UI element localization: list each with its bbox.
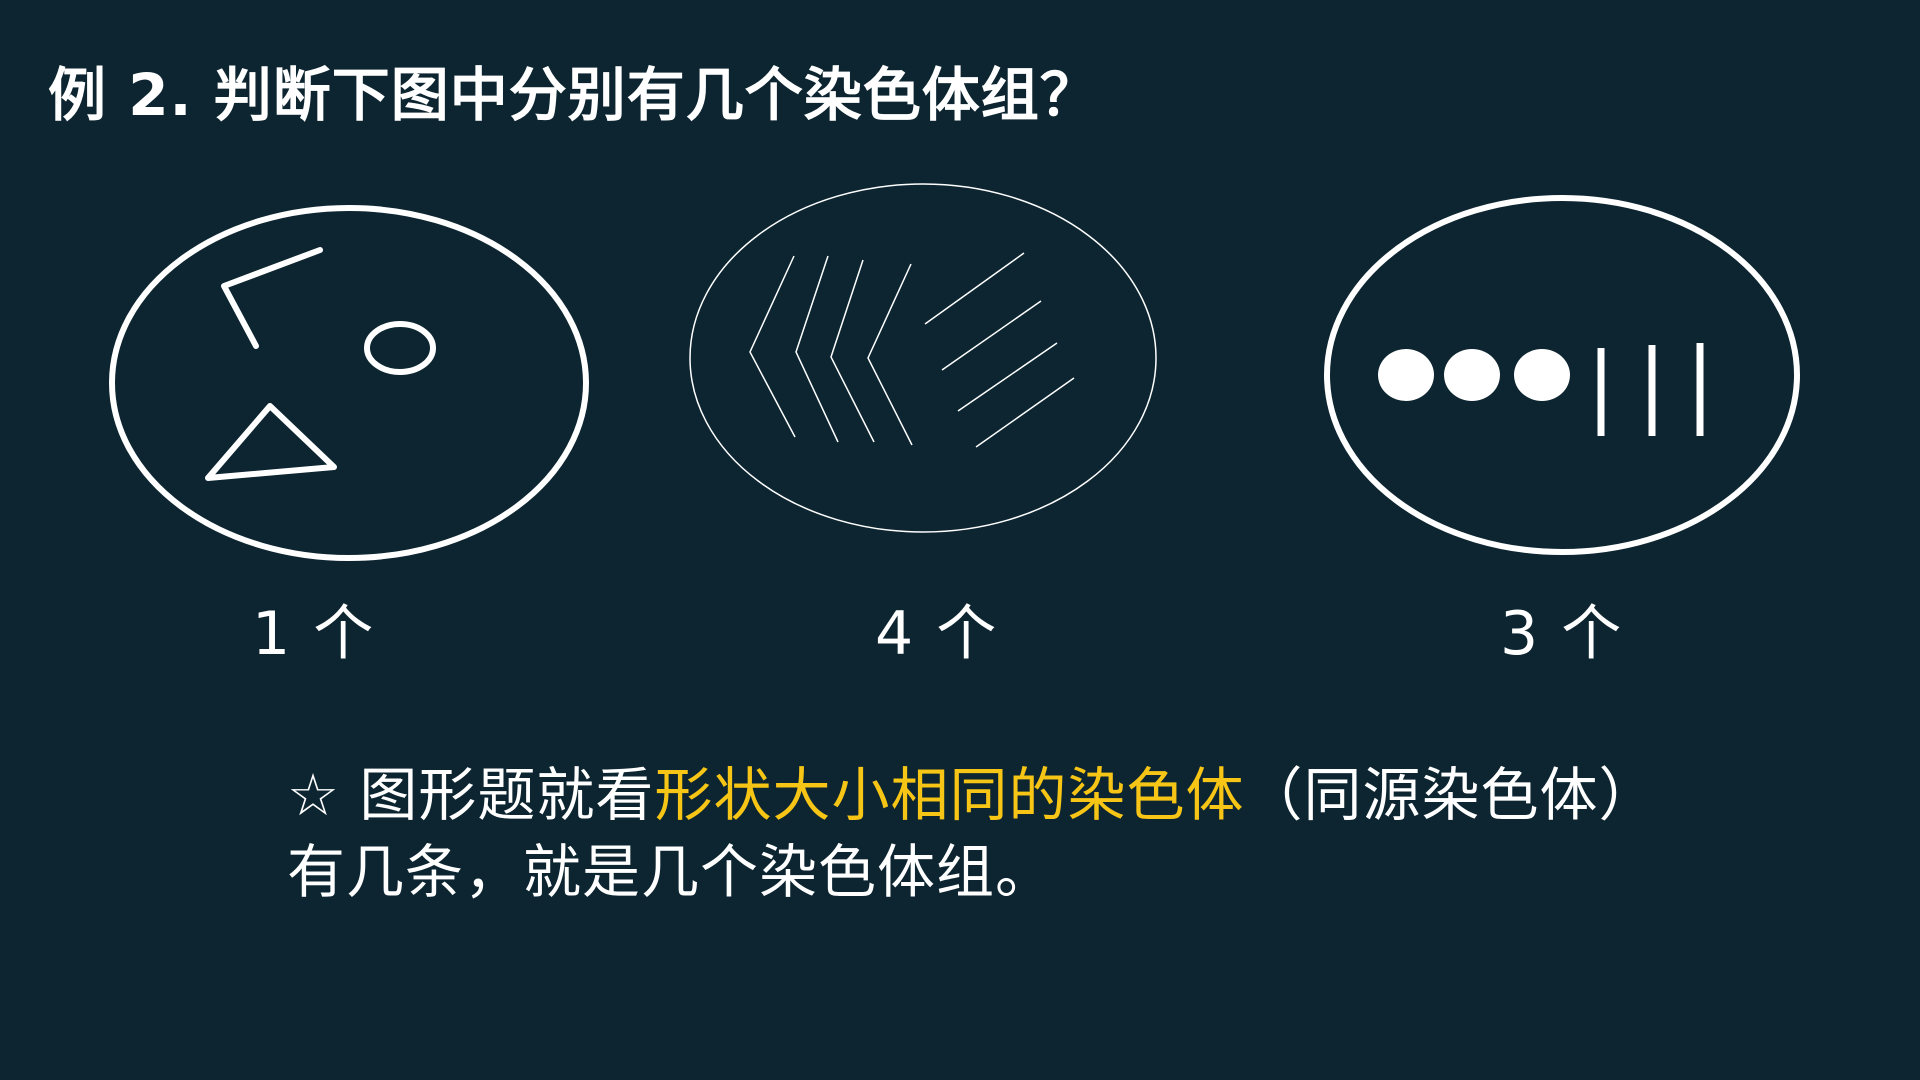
cell-1-triangle-chromosome	[205, 403, 337, 481]
cell-2-chromosome	[795, 255, 839, 443]
cell-3-diagram	[1324, 195, 1800, 555]
cell-2-chromosome	[941, 300, 1042, 371]
cell-1-round-chromosome	[364, 321, 436, 375]
tip-text: ☆ 图形题就看形状大小相同的染色体（同源染色体）有几条，就是几个染色体组。	[287, 757, 1677, 911]
tip-prefix: ☆ 图形题就看	[287, 761, 655, 829]
cell-2-chromosome	[924, 252, 1025, 325]
cell-2-chromosome	[867, 263, 913, 446]
cell-2-diagram	[689, 183, 1157, 533]
cell-1-membrane	[109, 205, 589, 561]
cell-3-answer: 3 个	[1500, 599, 1624, 669]
cell-2-answer: 4 个	[875, 599, 999, 669]
cell-3-round-chromosome	[1514, 349, 1570, 401]
cell-3-round-chromosome	[1444, 349, 1500, 401]
cell-2-chromosome	[749, 255, 796, 438]
cell-1-answer: 1 个	[252, 599, 376, 669]
slide-title: 例 2. 判断下图中分别有几个染色体组？	[48, 61, 1099, 129]
cell-2-chromosome	[830, 259, 875, 443]
cell-1-bent-chromosome	[221, 247, 323, 349]
cell-2-membrane	[689, 183, 1157, 533]
cell-1-diagram	[109, 205, 589, 561]
tip-highlight: 形状大小相同的染色体	[654, 761, 1245, 829]
cell-3-round-chromosome	[1378, 349, 1434, 401]
